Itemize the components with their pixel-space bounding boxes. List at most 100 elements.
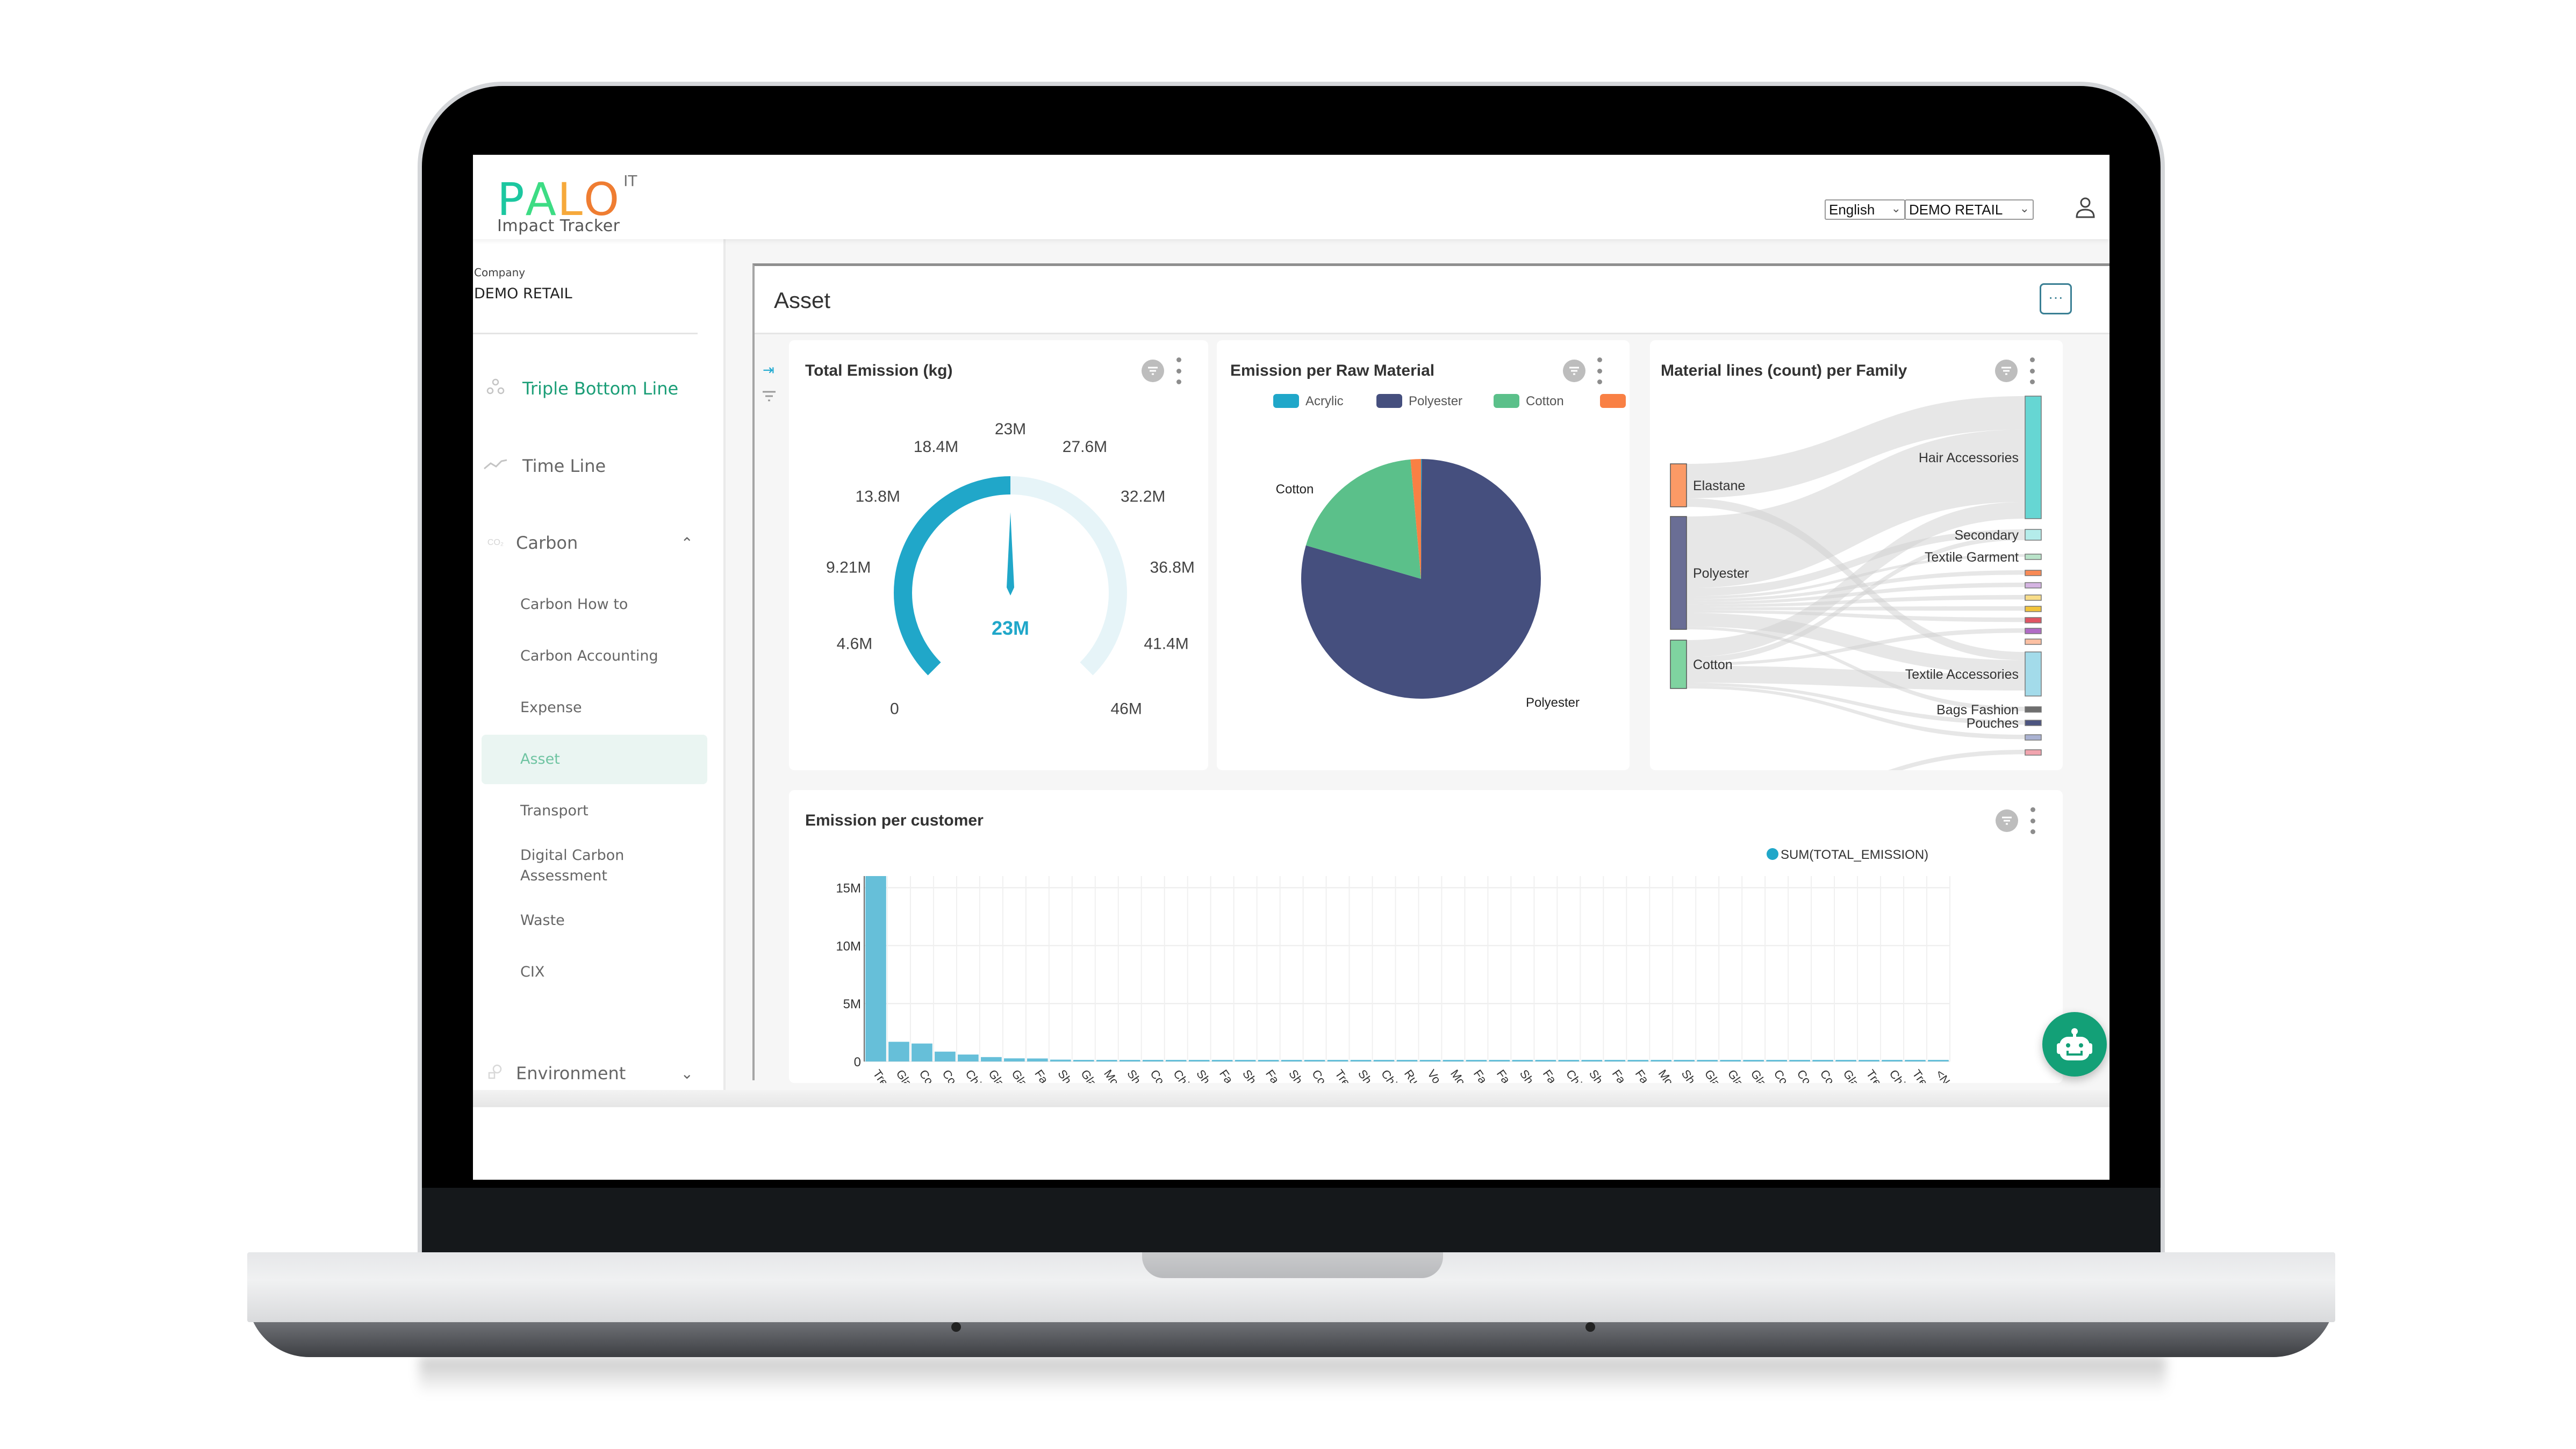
- sidebar-item-carbon[interactable]: CO₂ Carbon ⌃: [473, 527, 709, 559]
- x-tick-label: Fa: [1633, 1067, 1652, 1083]
- x-tick-label: Co: [916, 1067, 936, 1083]
- x-tick-label: Co: [1795, 1067, 1814, 1083]
- x-tick-label: Mo: [1656, 1067, 1676, 1083]
- sankey-source-node: [1670, 516, 1687, 630]
- sankey-target-label: Pouches: [1967, 716, 2019, 731]
- divider: [473, 333, 698, 334]
- filter-icon[interactable]: [761, 390, 777, 406]
- sidebar-item-label: Time Line: [522, 456, 606, 476]
- chevron-down-icon[interactable]: ⌄: [681, 1065, 693, 1082]
- laptop-foot: [951, 1322, 961, 1332]
- company-name: DEMO RETAIL: [474, 285, 572, 302]
- x-tick-label: Sh: [1055, 1067, 1074, 1083]
- y-tick-label: 0: [854, 1055, 861, 1070]
- chart-card-material-lines-per-family: Material lines (count) per Family Elasta…: [1650, 340, 2063, 770]
- sidebar-item-label: Triple Bottom Line: [522, 378, 679, 399]
- bar: [888, 1042, 909, 1061]
- sankey-target-node: [2025, 720, 2042, 726]
- x-tick-label: Gla: [1009, 1067, 1031, 1083]
- gauge-progress: [894, 476, 1011, 676]
- logo-letter: A: [525, 173, 558, 226]
- bar: [1396, 1060, 1418, 1061]
- bar: [1905, 1060, 1926, 1061]
- sidebar-item-time-line[interactable]: Time Line: [473, 450, 709, 482]
- x-tick-label: Fa: [1032, 1067, 1051, 1083]
- bar: [1512, 1060, 1533, 1061]
- y-tick-label: 15M: [836, 881, 861, 896]
- x-tick-label: <N: [1933, 1067, 1953, 1083]
- x-tick-label: Chi: [1563, 1067, 1584, 1083]
- bar: [1142, 1060, 1164, 1061]
- x-tick-label: Tre: [870, 1067, 891, 1083]
- chevron-down-icon: ⌄: [1891, 202, 1901, 215]
- x-tick-label: Ru: [1402, 1067, 1422, 1083]
- sankey-target-node: [2025, 706, 2042, 713]
- bar: [1928, 1060, 1949, 1061]
- company-select[interactable]: DEMO RETAIL ⌄: [1905, 199, 2034, 220]
- sidebar-subitem-cix[interactable]: CIX: [482, 948, 707, 997]
- laptop-foot: [1585, 1322, 1595, 1332]
- bar: [1119, 1060, 1140, 1061]
- palo-it-logo[interactable]: P A L O IT: [497, 172, 637, 226]
- circles-icon: [480, 378, 511, 399]
- sidebar-subitem-label: Transport: [520, 802, 589, 819]
- x-tick-label: Sh: [1286, 1067, 1305, 1083]
- sankey-target-node: [2025, 734, 2042, 741]
- sidebar-subitem-carbon-accounting[interactable]: Carbon Accounting: [482, 632, 707, 681]
- chevron-up-icon[interactable]: ⌃: [681, 534, 693, 552]
- sidebar-subitem-asset[interactable]: Asset: [482, 735, 707, 784]
- sidebar-subitem-waste[interactable]: Waste: [482, 896, 707, 945]
- sankey-target-label: Textile Accessories: [1905, 667, 2019, 682]
- bar: [1188, 1060, 1210, 1061]
- language-select-value: English: [1829, 201, 1875, 218]
- chart-card-total-emission: Total Emission (kg) 0 4.6M 9.21M 13.8M 18.4M…: [789, 340, 1208, 770]
- x-tick-label: Co: [939, 1067, 959, 1083]
- sankey-target-node: [2025, 617, 2042, 623]
- sankey-target-node: [2025, 582, 2042, 589]
- sidebar-subitem-carbon-how-to[interactable]: Carbon How to: [482, 580, 707, 629]
- sidebar-item-triple-bottom-line[interactable]: Triple Bottom Line: [473, 372, 709, 405]
- bar: [1812, 1060, 1833, 1061]
- sankey-target-node: [2025, 628, 2042, 634]
- legend-label: Polyester: [1409, 394, 1462, 408]
- gauge-tick-label: 9.21M: [826, 558, 871, 576]
- legend-swatch: [1494, 394, 1519, 408]
- user-icon[interactable]: [2075, 197, 2096, 219]
- app-window: P A L O IT Impact Tracker English ⌄ DEMO…: [473, 155, 2109, 1107]
- bar-chart: SUM(TOTAL_EMISSION)05M10M15MTre Gla Co Co Ch…: [836, 848, 1953, 1083]
- sidebar-item-environment[interactable]: Environment ⌄: [473, 1057, 709, 1089]
- legend-label: Acrylic: [1305, 394, 1344, 408]
- gauge-pointer: [1007, 512, 1014, 596]
- bar: [1489, 1060, 1510, 1061]
- x-tick-label: Fa: [1540, 1067, 1560, 1083]
- bar: [1766, 1060, 1787, 1061]
- bar: [1743, 1060, 1764, 1061]
- legend-swatch: [1273, 394, 1299, 408]
- bar: [1165, 1060, 1187, 1061]
- x-tick-label: Chi: [963, 1067, 984, 1083]
- sankey-target-node: [2025, 554, 2042, 560]
- bar: [1096, 1060, 1117, 1061]
- gauge-value-label: 23M: [992, 617, 1029, 639]
- sidebar-subitem-digital-carbon-assessment[interactable]: Digital Carbon Assessment: [482, 838, 707, 894]
- page-title: Asset: [774, 288, 831, 313]
- sankey-source-node: [1670, 463, 1687, 507]
- y-tick-label: 5M: [843, 997, 861, 1012]
- x-tick-label: Mo: [1101, 1067, 1122, 1083]
- language-select[interactable]: English ⌄: [1825, 199, 1905, 220]
- more-options-button[interactable]: ···: [2040, 283, 2072, 314]
- x-tick-label: Sh: [1194, 1067, 1213, 1083]
- y-tick-label: 10M: [836, 939, 861, 953]
- collapse-filters-icon[interactable]: ⇥: [763, 362, 774, 378]
- bar: [981, 1057, 1002, 1061]
- logo-letter: P: [497, 173, 526, 226]
- bar: [1558, 1060, 1580, 1061]
- sidebar-subitem-expense[interactable]: Expense: [482, 683, 707, 733]
- laptop-shadow: [419, 1357, 2166, 1395]
- sidebar-subitem-transport[interactable]: Transport: [482, 786, 707, 836]
- bar: [1674, 1060, 1695, 1061]
- bar: [1835, 1060, 1856, 1061]
- x-tick-label: Gla: [1748, 1067, 1770, 1083]
- x-tick-label: Co: [1147, 1067, 1167, 1083]
- chatbot-button[interactable]: [2042, 1012, 2107, 1077]
